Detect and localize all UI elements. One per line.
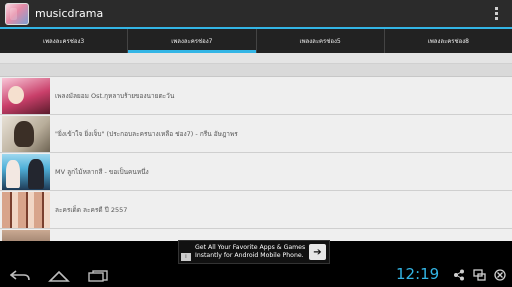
action-bar: musicdrama — [0, 0, 512, 27]
screen-icon[interactable] — [472, 268, 486, 282]
list-item[interactable]: "ยิ่งเข้าใจ ยิ่งเจ็บ" (ประกอบละครนางเหลื… — [0, 115, 512, 153]
tab-bar: เพลงละครช่อง3 เพลงละครช่อง7 เพลงละครช่อง… — [0, 29, 512, 53]
app-logo-icon[interactable] — [5, 2, 29, 25]
list-top-spacer — [0, 53, 512, 64]
tab-channel-5[interactable]: เพลงละครช่อง5 — [257, 29, 385, 53]
video-title: "ยิ่งเข้าใจ ยิ่งเจ็บ" (ประกอบละครนางเหลื… — [55, 129, 238, 138]
overflow-menu-icon[interactable] — [495, 7, 498, 20]
video-thumbnail — [2, 191, 50, 228]
video-thumbnail — [2, 229, 50, 241]
video-thumbnail — [2, 153, 50, 190]
list-item[interactable]: ละครเด็ด ละครดี ปี 2557 — [0, 191, 512, 229]
back-icon[interactable] — [8, 268, 32, 284]
ad-line-1: Get All Your Favorite Apps & Games — [195, 244, 306, 251]
app-title: musicdrama — [35, 7, 104, 20]
recents-icon[interactable] — [86, 268, 110, 284]
tab-channel-7[interactable]: เพลงละครช่อง7 — [128, 29, 257, 53]
tab-channel-3[interactable]: เพลงละครช่อง3 — [0, 29, 129, 53]
ad-banner[interactable]: i Get All Your Favorite Apps & Games Ins… — [178, 240, 330, 264]
status-clock: 12:19 — [396, 265, 440, 283]
ad-text: Get All Your Favorite Apps & Games Insta… — [195, 244, 307, 260]
power-icon[interactable] — [493, 268, 507, 282]
list-item[interactable]: เพลงมัลยอม Ost.กุหลาบร้ายของนายตะวัน — [0, 77, 512, 115]
list-header-band — [0, 64, 512, 77]
list-item[interactable]: MV ลูกไม้หลากสี - ขอเป็นคนหนึ่ง — [0, 153, 512, 191]
video-title: ละครเด็ด ละครดี ปี 2557 — [55, 205, 128, 214]
video-thumbnail — [2, 77, 50, 114]
ad-info-icon[interactable]: i — [181, 253, 191, 261]
video-list[interactable]: เพลงมัลยอม Ost.กุหลาบร้ายของนายตะวัน "ยิ… — [0, 53, 512, 241]
share-icon[interactable] — [452, 268, 466, 282]
ad-line-2: Instantly for Android Mobile Phone. — [195, 252, 304, 259]
video-thumbnail — [2, 115, 50, 152]
video-title: เพลงมัลยอม Ost.กุหลาบร้ายของนายตะวัน — [55, 91, 175, 100]
home-icon[interactable] — [47, 268, 71, 284]
video-title: MV ลูกไม้หลากสี - ขอเป็นคนหนึ่ง — [55, 167, 149, 176]
tab-channel-8[interactable]: เพลงละครช่อง8 — [385, 29, 512, 53]
ad-arrow-icon[interactable]: ➔ — [309, 244, 326, 260]
